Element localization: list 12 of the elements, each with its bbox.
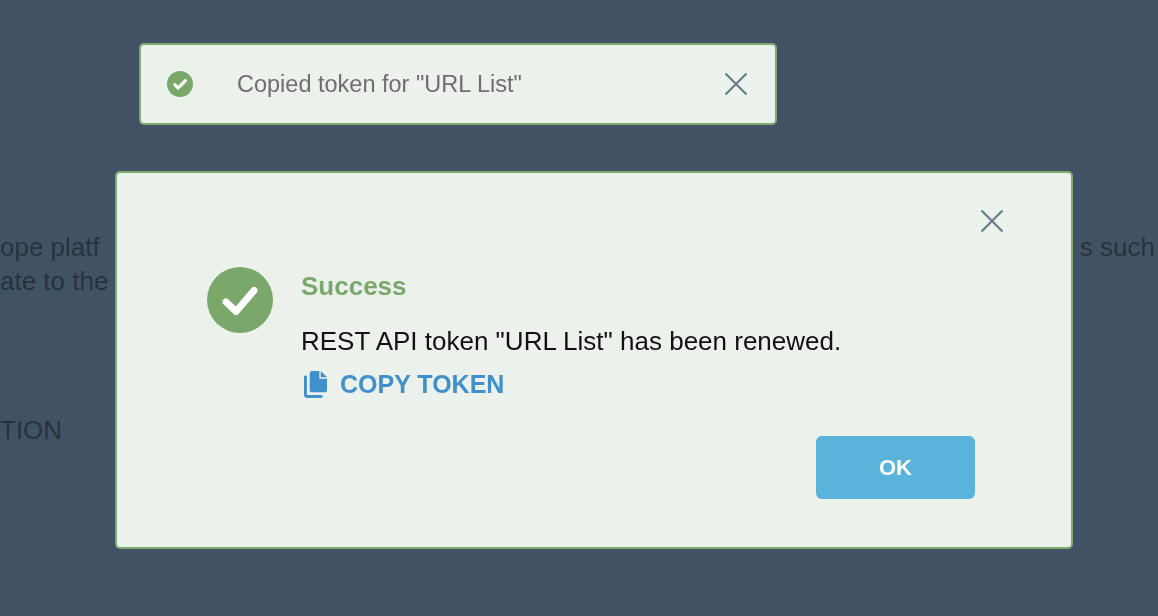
close-icon [980, 209, 1004, 233]
copy-token-link[interactable]: COPY TOKEN [304, 369, 505, 399]
check-circle-icon [167, 71, 193, 97]
ok-button[interactable]: OK [816, 436, 975, 499]
dialog-title: Success [301, 270, 407, 303]
close-button[interactable] [980, 209, 1004, 233]
close-button[interactable] [724, 72, 748, 96]
close-icon [724, 72, 748, 96]
dialog-message: REST API token "URL List" has been renewed. [301, 325, 842, 357]
copy-icon [304, 370, 327, 398]
toast-message: Copied token for "URL List" [237, 70, 522, 98]
check-circle-icon [207, 267, 273, 333]
